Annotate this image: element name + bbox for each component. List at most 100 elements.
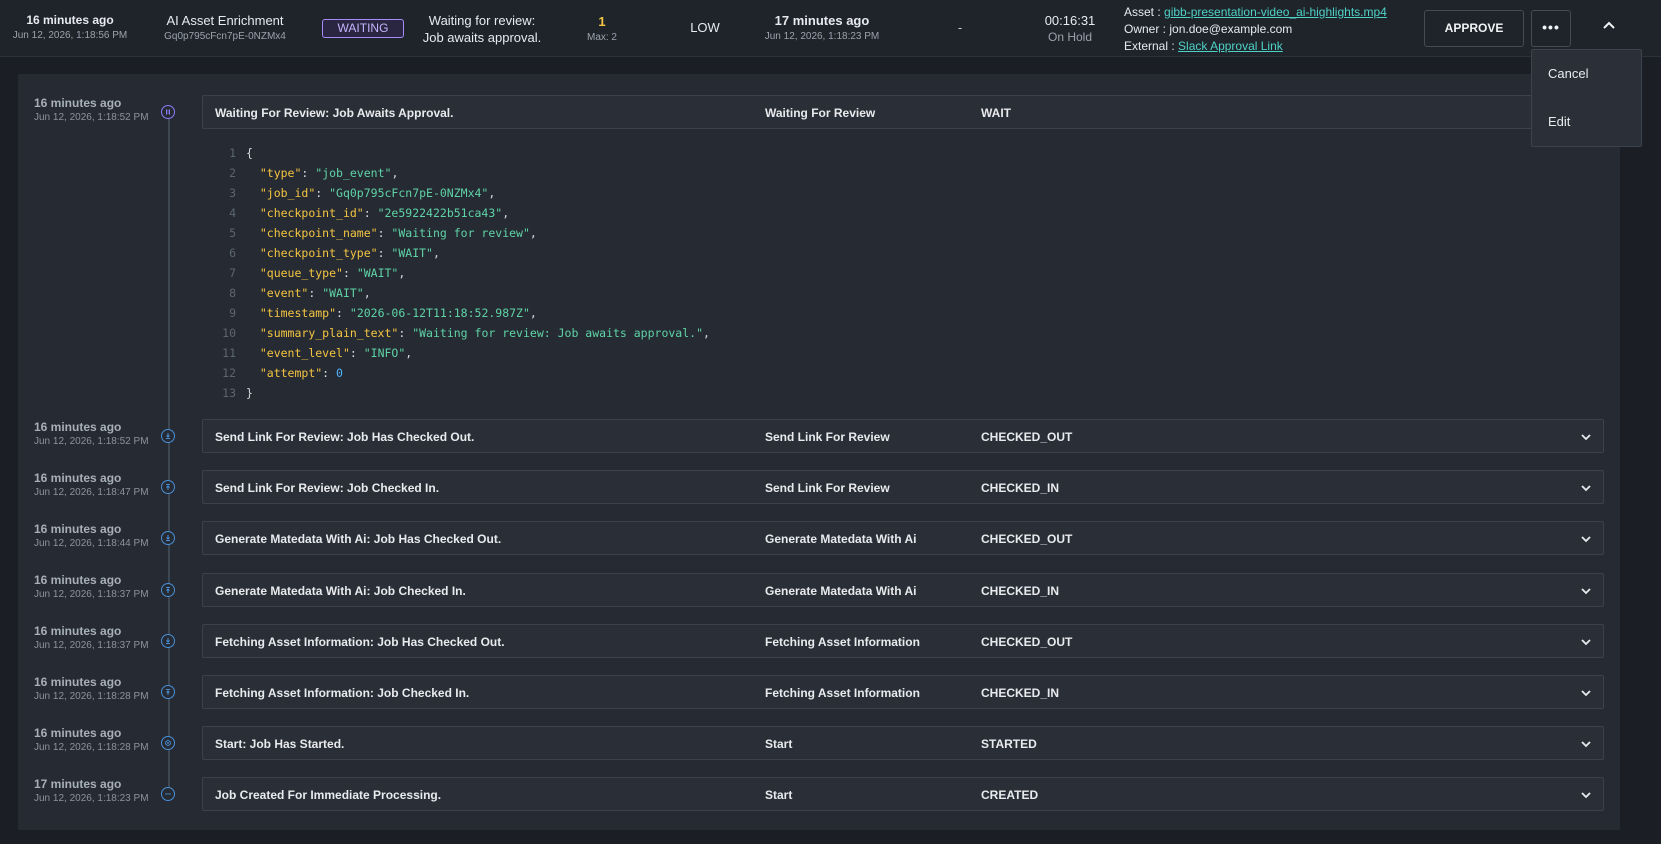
external-line: External : Slack Approval Link xyxy=(1124,38,1424,55)
event-time-relative: 16 minutes ago xyxy=(34,522,122,536)
json-value: "Waiting for review: Job awaits approval… xyxy=(412,326,703,340)
asset-line: Asset : gibb-presentation-video_ai-highl… xyxy=(1124,4,1424,21)
event-time-relative: 16 minutes ago xyxy=(34,675,122,689)
expand-chevron-icon[interactable] xyxy=(1579,737,1593,751)
expand-chevron-icon[interactable] xyxy=(1579,635,1593,649)
event-row[interactable]: Start: Job Has Started. Start STARTED xyxy=(202,726,1604,760)
line-number: 2 xyxy=(229,166,236,180)
event-time: 16 minutes ago Jun 12, 2026, 1:18:28 PM xyxy=(34,726,164,753)
event-time: 16 minutes ago Jun 12, 2026, 1:18:47 PM xyxy=(34,471,164,498)
json-key: "checkpoint_id" xyxy=(259,206,364,220)
owner-line: Owner : jon.doe@example.com xyxy=(1124,21,1424,38)
expand-chevron-icon[interactable] xyxy=(1579,532,1593,546)
line-number: 6 xyxy=(229,246,236,260)
external-label: External : xyxy=(1124,39,1175,53)
event-row[interactable]: Fetching Asset Information: Job Has Chec… xyxy=(202,624,1604,658)
event-time-absolute: Jun 12, 2026, 1:18:23 PM xyxy=(34,793,149,804)
event-type: CHECKED_OUT xyxy=(981,430,1073,444)
event-time: 16 minutes ago Jun 12, 2026, 1:18:28 PM xyxy=(34,675,164,702)
line-number: 5 xyxy=(229,226,236,240)
checkin-icon xyxy=(161,685,175,699)
attempt-count: 1 Max: 2 xyxy=(568,14,636,43)
more-options-menu: Cancel Edit xyxy=(1531,49,1642,147)
event-time-relative: 16 minutes ago xyxy=(34,96,122,110)
created-relative: 16 minutes ago xyxy=(26,13,114,27)
event-row[interactable]: Fetching Asset Information: Job Checked … xyxy=(202,675,1604,709)
asset-label: Asset : xyxy=(1124,5,1161,19)
json-value: "2e5922422b51ca43" xyxy=(377,206,503,220)
expand-chevron-icon[interactable] xyxy=(1579,584,1593,598)
event-summary: Generate Matedata With Ai: Job Checked I… xyxy=(215,584,466,598)
event-time-relative: 17 minutes ago xyxy=(34,777,122,791)
event-row[interactable]: Job Created For Immediate Processing. St… xyxy=(202,777,1604,811)
checkin-icon xyxy=(161,480,175,494)
event-time-absolute: Jun 12, 2026, 1:18:44 PM xyxy=(34,538,149,549)
event-row[interactable]: Generate Matedata With Ai: Job Has Check… xyxy=(202,521,1604,555)
line-number: 11 xyxy=(222,346,236,360)
attempt-max: Max: 2 xyxy=(586,32,617,43)
json-key: "event" xyxy=(259,286,309,300)
event-time-absolute: Jun 12, 2026, 1:18:28 PM xyxy=(34,742,149,753)
event-time-absolute: Jun 12, 2026, 1:18:52 PM xyxy=(34,112,149,123)
event-type: STARTED xyxy=(981,737,1037,751)
job-metadata: Asset : gibb-presentation-video_ai-highl… xyxy=(1124,4,1424,55)
event-time-relative: 16 minutes ago xyxy=(34,471,122,485)
json-value: "2026-06-12T11:18:52.987Z" xyxy=(349,306,530,320)
event-row[interactable]: Send Link For Review: Job Has Checked Ou… xyxy=(202,419,1604,453)
checkout-icon xyxy=(161,531,175,545)
menu-item-edit[interactable]: Edit xyxy=(1548,114,1570,129)
line-number: 9 xyxy=(229,306,236,320)
json-value: "Gq0p795cFcn7pE-0NZMx4" xyxy=(329,186,489,200)
event-time: 16 minutes ago Jun 12, 2026, 1:18:52 PM xyxy=(34,96,164,123)
json-key: "attempt" xyxy=(259,366,323,380)
json-line: 7 "queue_type": "WAIT", xyxy=(208,263,1008,283)
event-row-expanded[interactable]: Waiting For Review: Job Awaits Approval.… xyxy=(202,95,1604,129)
event-time-relative: 16 minutes ago xyxy=(34,624,122,638)
event-checkpoint: Generate Matedata With Ai xyxy=(765,532,917,546)
expand-chevron-icon[interactable] xyxy=(1579,788,1593,802)
slack-approval-link[interactable]: Slack Approval Link xyxy=(1178,39,1283,53)
event-summary: Send Link For Review: Job Has Checked Ou… xyxy=(215,430,475,444)
json-value: "INFO" xyxy=(363,346,406,360)
event-summary: Generate Matedata With Ai: Job Has Check… xyxy=(215,532,502,546)
json-brace: { xyxy=(246,146,253,160)
event-checkpoint: Start xyxy=(765,737,793,751)
duration-state: On Hold xyxy=(1047,30,1093,44)
line-number: 8 xyxy=(229,286,236,300)
approve-button[interactable]: APPROVE xyxy=(1424,10,1524,47)
expand-chevron-icon[interactable] xyxy=(1579,686,1593,700)
expand-chevron-icon[interactable] xyxy=(1579,430,1593,444)
asset-link[interactable]: gibb-presentation-video_ai-highlights.mp… xyxy=(1164,5,1387,19)
collapse-chevron-icon[interactable] xyxy=(1595,17,1623,41)
event-type: CHECKED_OUT xyxy=(981,635,1073,649)
event-checkpoint: Generate Matedata With Ai xyxy=(765,584,917,598)
event-checkpoint: Waiting For Review xyxy=(765,106,876,120)
job-id: Gq0p795cFcn7pE-0NZMx4 xyxy=(164,31,286,42)
event-row[interactable]: Generate Matedata With Ai: Job Checked I… xyxy=(202,573,1604,607)
event-summary: Send Link For Review: Job Checked In. xyxy=(215,481,440,495)
event-type: WAIT xyxy=(981,106,1011,120)
json-value: "WAIT" xyxy=(356,266,399,280)
job-header-row: 16 minutes ago Jun 12, 2026, 1:18:56 PM … xyxy=(0,0,1661,57)
attempt-value: 1 xyxy=(598,14,606,29)
event-json-viewer: 1{ 2 "type": "job_event", 3 "job_id": "G… xyxy=(208,143,1008,403)
event-checkpoint: Send Link For Review xyxy=(765,430,890,444)
json-key: "checkpoint_name" xyxy=(259,226,378,240)
event-time-relative: 16 minutes ago xyxy=(34,420,122,434)
updated-absolute: Jun 12, 2026, 1:18:23 PM xyxy=(764,31,880,42)
event-summary: Fetching Asset Information: Job Has Chec… xyxy=(215,635,505,649)
more-options-button[interactable]: ••• xyxy=(1531,10,1571,47)
event-type: CHECKED_IN xyxy=(981,686,1060,700)
created-icon xyxy=(161,787,175,801)
json-key: "type" xyxy=(259,166,302,180)
menu-item-cancel[interactable]: Cancel xyxy=(1548,66,1588,81)
job-identity: AI Asset Enrichment Gq0p795cFcn7pE-0NZMx… xyxy=(150,13,300,42)
event-row[interactable]: Send Link For Review: Job Checked In. Se… xyxy=(202,470,1604,504)
json-value: 0 xyxy=(336,366,343,380)
event-time: 17 minutes ago Jun 12, 2026, 1:18:23 PM xyxy=(34,777,164,804)
job-updated-time: 17 minutes ago Jun 12, 2026, 1:18:23 PM xyxy=(760,13,884,42)
created-absolute: Jun 12, 2026, 1:18:56 PM xyxy=(12,30,128,41)
expand-chevron-icon[interactable] xyxy=(1579,481,1593,495)
event-time-relative: 16 minutes ago xyxy=(34,573,122,587)
json-value: "Waiting for review" xyxy=(391,226,530,240)
